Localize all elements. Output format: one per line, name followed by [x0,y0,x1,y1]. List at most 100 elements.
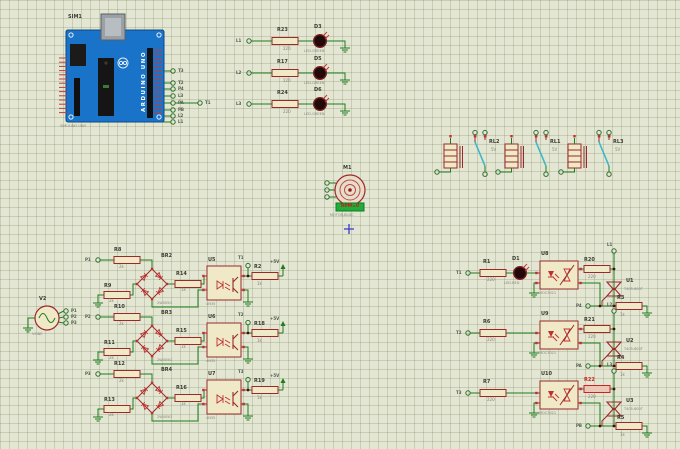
terminal-RL3-no[interactable] [596,129,602,136]
resistor-R7[interactable] [479,389,507,397]
motor-M1[interactable] [334,174,366,234]
ground-icon[interactable] [529,409,539,418]
power-5v-icon[interactable] [280,378,286,390]
ground-icon[interactable] [529,349,539,358]
terminal-T1[interactable] [245,262,251,269]
resistor-R2[interactable] [251,272,279,280]
optocoupler-U7[interactable] [202,379,245,415]
terminal-P4[interactable] [585,303,591,309]
terminal-RL1-no[interactable] [533,129,539,136]
terminal-L3[interactable] [611,368,617,374]
terminal-RL3-c[interactable] [606,129,612,136]
terminal-T2[interactable] [245,319,251,326]
power-5v-icon[interactable] [280,321,286,333]
terminal-P2[interactable] [63,314,69,320]
terminal-T2[interactable] [465,330,471,336]
resistor-R11[interactable] [103,348,131,356]
terminal-L1[interactable] [170,119,176,125]
terminal-L3[interactable] [170,93,176,99]
led-D3[interactable] [313,31,330,49]
resistor-R9[interactable] [103,291,131,299]
terminal-RL2-coil[interactable] [434,169,440,175]
terminal-RL1-coil[interactable] [495,169,501,175]
terminal-RL2-no[interactable] [472,129,478,136]
optocoupler-U5[interactable] [202,265,245,301]
terminal-T1[interactable] [465,270,471,276]
ground-icon[interactable] [340,44,350,53]
terminal-PA[interactable] [585,363,591,369]
bridge-rectifier-BR2[interactable] [135,267,169,301]
terminal-RL1-c[interactable] [543,129,549,136]
terminal-PB[interactable] [170,107,176,113]
terminal-motor-pin[interactable] [324,180,330,186]
terminal-PA[interactable] [170,100,176,106]
arduino-board[interactable] [59,13,165,123]
resistor-R8[interactable] [113,256,141,264]
terminal-PB[interactable] [585,423,591,429]
terminal-P2[interactable] [95,314,101,320]
resistor-R12[interactable] [113,370,141,378]
resistor-R24[interactable] [271,100,299,108]
terminal-T2[interactable] [170,80,176,86]
terminal-T3[interactable] [170,68,176,74]
ground-icon[interactable] [243,298,253,307]
terminal-T1[interactable] [197,100,203,106]
resistor-R15[interactable] [174,337,202,345]
optotriac-U10[interactable] [535,380,582,410]
resistor-R17[interactable] [271,69,299,77]
terminal-RL3-out[interactable] [606,171,612,177]
terminal-L3[interactable] [246,101,252,107]
terminal-L2[interactable] [611,308,617,314]
bridge-rectifier-BR4[interactable] [135,381,169,415]
resistor-R6[interactable] [479,329,507,337]
optotriac-U9[interactable] [535,320,582,350]
resistor-R10[interactable] [113,313,141,321]
terminal-L2[interactable] [170,113,176,119]
resistor-R23[interactable] [271,37,299,45]
terminal-motor-pin[interactable] [324,194,330,200]
resistor-R5[interactable] [615,422,643,430]
resistor-R22[interactable] [583,385,611,393]
terminal-RL3-coil[interactable] [558,169,564,175]
terminal-P1[interactable] [63,308,69,314]
terminal-T3[interactable] [465,390,471,396]
resistor-R19[interactable] [251,386,279,394]
optocoupler-U6[interactable] [202,322,245,358]
relay-RL2[interactable] [439,135,487,173]
resistor-R16[interactable] [174,394,202,402]
resistor-R21[interactable] [583,325,611,333]
ground-icon[interactable] [642,369,652,378]
terminal-L2[interactable] [246,70,252,76]
resistor-R4[interactable] [615,362,643,370]
schematic-canvas[interactable]: SIM1 SIMULINO UNO ARDUINO UNO T3 T2 P4 L3 PA T1 P… [0,0,680,449]
bridge-rectifier-BR3[interactable] [135,324,169,358]
relay-RL3[interactable] [563,135,611,173]
led-D6[interactable] [313,94,330,111]
terminal-L1[interactable] [611,248,617,254]
resistor-R18[interactable] [251,329,279,337]
terminal-motor-pin[interactable] [324,187,330,193]
relay-RL1[interactable] [500,135,548,173]
ground-icon[interactable] [93,356,103,365]
led-D5[interactable] [313,63,330,80]
terminal-RL1-out[interactable] [543,171,549,177]
ground-icon[interactable] [93,413,103,422]
ground-icon[interactable] [642,309,652,318]
terminal-P4[interactable] [170,86,176,92]
ground-icon[interactable] [243,412,253,421]
ground-icon[interactable] [529,289,539,298]
resistor-R20[interactable] [583,265,611,273]
ground-icon[interactable] [23,324,33,333]
resistor-R14[interactable] [174,280,202,288]
ground-icon[interactable] [340,107,350,116]
optotriac-U8[interactable] [535,260,582,290]
terminal-RL2-c[interactable] [482,129,488,136]
source-V2[interactable] [34,305,60,331]
resistor-R1[interactable] [479,269,507,277]
led-D1[interactable] [513,263,530,281]
terminal-T3[interactable] [245,376,251,383]
ground-icon[interactable] [340,76,350,85]
terminal-P1[interactable] [95,257,101,263]
terminal-P3[interactable] [95,371,101,377]
terminal-L1[interactable] [246,38,252,44]
